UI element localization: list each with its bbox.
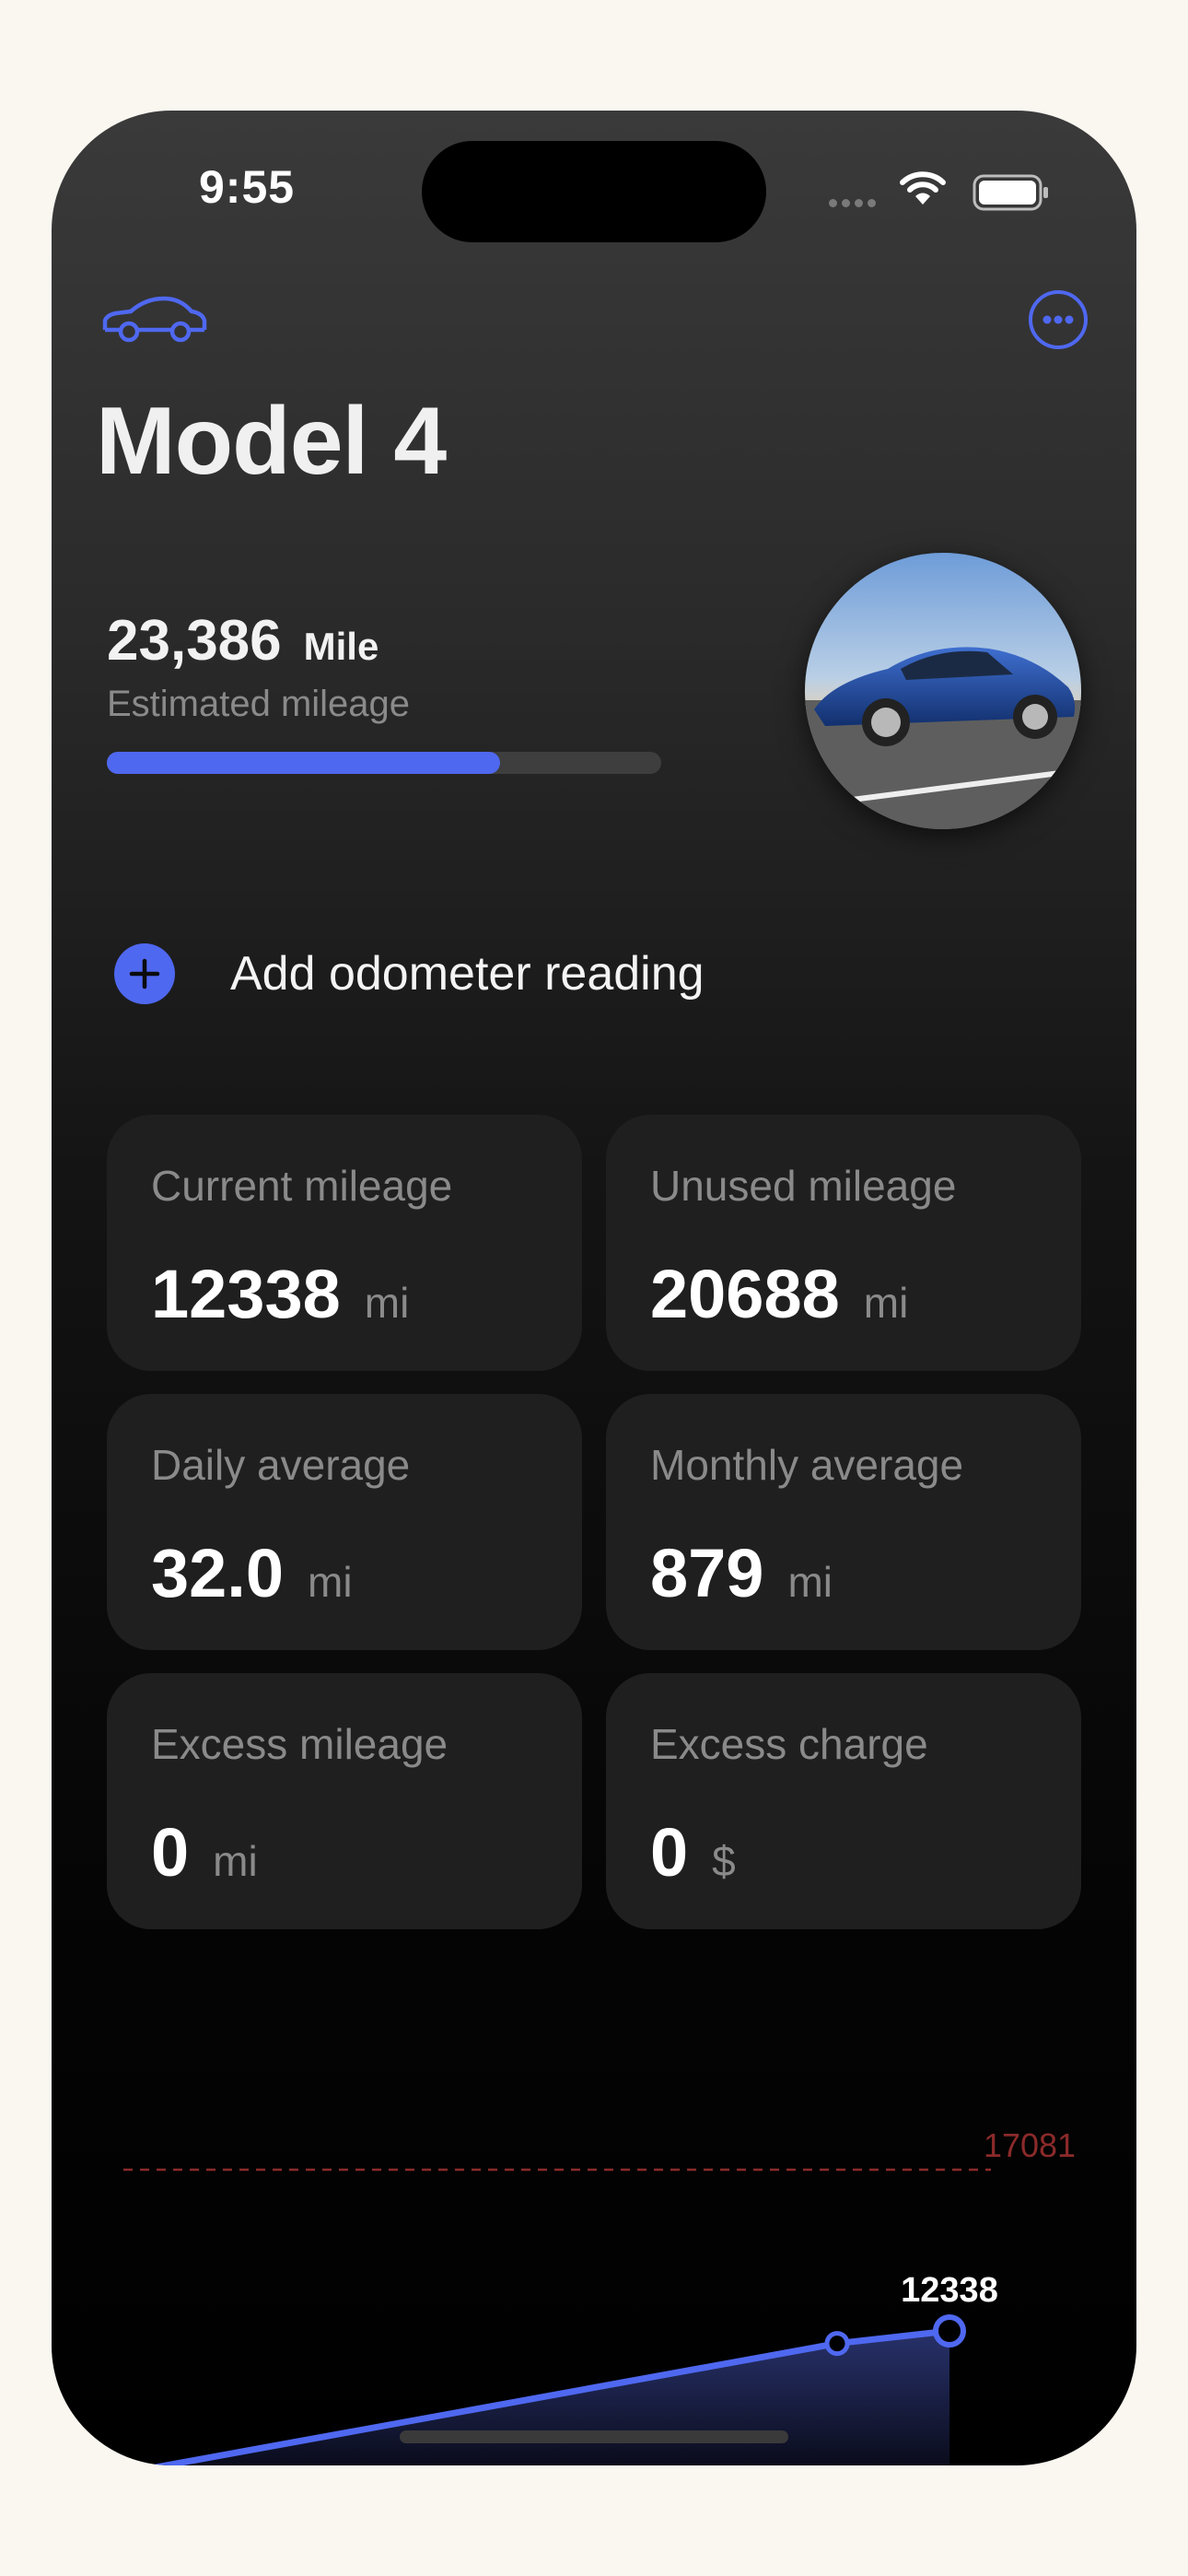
stat-unit: mi	[308, 1558, 353, 1606]
stat-unit: mi	[364, 1279, 410, 1327]
data-point	[824, 2331, 850, 2357]
stat-unit: $	[712, 1837, 736, 1885]
car-icon[interactable]	[99, 291, 210, 346]
mileage-progress-bar	[107, 752, 661, 774]
stat-unit: mi	[213, 1837, 258, 1885]
mileage-area	[52, 2331, 949, 2465]
latest-value-label: 12338	[901, 2271, 998, 2310]
cellular-signal-icon	[829, 195, 880, 212]
stat-value: 20688	[650, 1256, 840, 1332]
estimated-mileage-unit: Mile	[303, 625, 379, 668]
phone-screen: 9:55 Model 4 23,386 Mile Estimated mileag…	[52, 111, 1136, 2465]
ellipsis-circle-icon[interactable]	[1028, 289, 1089, 350]
battery-icon	[973, 174, 1048, 211]
stat-label: Daily average	[151, 1441, 411, 1489]
stat-label: Excess charge	[650, 1720, 928, 1768]
limit-label: 17081	[984, 2126, 1076, 2164]
page-title: Model 4	[96, 388, 447, 495]
car-photo	[805, 553, 1081, 829]
estimated-mileage-caption: Estimated mileage	[107, 684, 411, 724]
data-point-latest	[933, 2314, 966, 2348]
stat-value: 879	[650, 1535, 764, 1611]
stat-label: Excess mileage	[151, 1720, 448, 1768]
wifi-icon	[900, 171, 946, 205]
stat-value: 32.0	[151, 1535, 285, 1611]
mileage-progress-fill	[107, 752, 501, 774]
stat-value: 0	[650, 1814, 689, 1891]
estimated-mileage-value: 23,386	[107, 609, 282, 673]
mileage-chart: 17081 12338	[52, 2126, 1076, 2465]
stat-value: 0	[151, 1814, 190, 1891]
stat-unit: mi	[787, 1558, 833, 1606]
stat-card-excess-mileage: Excess mileage 0 mi	[107, 1673, 582, 1929]
status-time: 9:55	[199, 161, 296, 213]
stat-label: Unused mileage	[650, 1162, 957, 1210]
estimated-mileage: 23,386 Mile	[107, 608, 379, 673]
stat-card-unused-mileage: Unused mileage 20688 mi	[606, 1115, 1081, 1371]
stat-label: Current mileage	[151, 1162, 453, 1210]
stat-card-excess-charge: Excess charge 0 $	[606, 1673, 1081, 1929]
stat-card-daily-average: Daily average 32.0 mi	[107, 1394, 582, 1650]
stat-unit: mi	[863, 1279, 909, 1327]
stat-card-monthly-average: Monthly average 879 mi	[606, 1394, 1081, 1650]
stat-value: 12338	[151, 1256, 341, 1332]
dynamic-island	[422, 141, 766, 242]
stat-card-current-mileage: Current mileage 12338 mi	[107, 1115, 582, 1371]
home-indicator	[400, 2430, 788, 2443]
stat-label: Monthly average	[650, 1441, 964, 1489]
add-odometer-label[interactable]: Add odometer reading	[230, 946, 705, 1001]
add-odometer-row[interactable]: Add odometer reading	[114, 943, 705, 1004]
plus-circle-icon[interactable]	[114, 943, 175, 1004]
